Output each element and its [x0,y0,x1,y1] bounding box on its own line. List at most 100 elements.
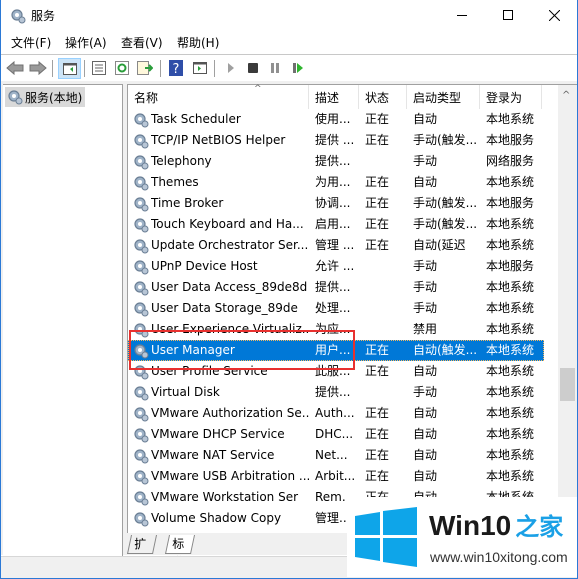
column-header-description[interactable]: 描述 [309,85,359,109]
column-header-name[interactable]: 名称 [128,85,309,109]
toolbar-separator [160,60,161,77]
service-gear-icon [133,322,149,341]
service-gear-icon [133,385,149,404]
service-row[interactable]: Time Broker 协调... 正在 手动(触发... 本地服务 [128,193,544,214]
service-row[interactable]: VMware NAT Service Net... 正在 自动 本地系统 [128,445,544,466]
service-row[interactable]: Virtual Disk 提供... 手动 本地系统 [128,382,544,403]
tree-item-services-local[interactable]: 服务(本地) [5,87,86,107]
menu-help[interactable]: 帮助(H) [177,34,219,51]
service-gear-icon [133,259,149,278]
service-gear-icon [133,511,149,530]
close-button[interactable] [531,0,577,30]
service-description: 允许 ... [315,259,355,273]
service-gear-icon [133,343,149,362]
service-startup-type: 手动(触发... [413,217,478,231]
refresh-button[interactable] [112,58,132,78]
service-row[interactable]: Task Scheduler 使用... 正在 自动 本地系统 [128,109,544,130]
show-hide-action-pane-button[interactable] [190,58,210,78]
menu-view[interactable]: 查看(V) [121,34,163,51]
watermark-title: Win10 之家 [429,507,563,542]
service-status [365,319,405,340]
service-row[interactable]: Update Orchestrator Ser... 管理 ... 正在 自动(延迟 本… [128,235,544,256]
column-header-log-on-as[interactable]: 登录为 [480,85,542,109]
watermark-title-cn: 之家 [515,514,564,541]
service-gear-icon [133,427,149,446]
service-row[interactable]: Themes 为用... 正在 自动 本地系统 [128,172,544,193]
tab-extended[interactable]: 扩展 [126,535,158,569]
stop-service-icon [248,63,258,73]
tab-standard[interactable]: 标准 [164,535,196,569]
service-status [365,298,405,319]
column-header-status[interactable]: 状态 [359,85,407,109]
menu-action[interactable]: 操作(A) [65,34,107,51]
service-name: VMware Workstation Ser [151,490,299,504]
help-icon: ? [169,60,183,76]
toolbar-separator [52,60,53,77]
windows-logo-icon [355,507,417,567]
svg-text:?: ? [173,62,180,76]
service-status: 正在 [365,133,390,147]
service-status [365,382,405,403]
column-header-startup-type[interactable]: 启动类型 [407,85,480,109]
service-row[interactable]: User Experience Virtualiz... 为应... 禁用 本地系统 [128,319,544,340]
services-list-pane: ^ 名称 描述 状态 启动类型 登录为 Task Scheduler 使用... 正… [127,84,577,534]
service-gear-icon [133,154,149,173]
scroll-up-arrow-icon[interactable]: ^ [562,90,570,101]
service-description: 提供... [315,280,351,294]
service-name: VMware DHCP Service [151,427,285,441]
restart-service-button[interactable] [288,58,308,78]
column-header-row: ^ 名称 描述 状态 启动类型 登录为 [128,84,558,109]
service-description: 使用... [315,112,351,126]
service-row[interactable]: User Manager 用户... 正在 自动(触发... 本地系统 [128,340,544,361]
maximize-button[interactable] [485,0,531,30]
watermark-title-en: Win10 [429,510,512,541]
vertical-scrollbar[interactable]: ^ [558,85,577,534]
service-row[interactable]: TCP/IP NetBIOS Helper 提供 ... 正在 手动(触发... 本地服… [128,130,544,151]
service-name: UPnP Device Host [151,259,258,273]
scrollbar-thumb[interactable] [560,368,575,401]
service-log-on-as: 本地服务 [486,133,535,147]
service-gear-icon [133,238,149,257]
service-name: Update Orchestrator Ser... [151,238,309,252]
service-log-on-as: 本地系统 [486,469,535,483]
service-log-on-as: 本地系统 [486,112,535,126]
help-button[interactable]: ? [166,58,186,78]
service-gear-icon [133,217,149,236]
service-row[interactable]: User Data Access_89de8d 提供... 手动 本地系统 [128,277,544,298]
forward-button[interactable] [28,58,48,78]
service-log-on-as: 本地系统 [486,385,535,399]
service-name: VMware NAT Service [151,448,275,462]
minimize-button[interactable] [439,0,485,30]
service-description: 启用... [315,217,351,231]
service-name: Telephony [151,154,212,168]
properties-button[interactable] [89,58,109,78]
service-name: Virtual Disk [151,385,220,399]
service-row[interactable]: Touch Keyboard and Ha... 启用... 正在 手动(触发... 本… [128,214,544,235]
tree-item-label: 服务(本地) [25,90,83,105]
service-row[interactable]: VMware DHCP Service DHC... 正在 自动 本地系统 [128,424,544,445]
service-row[interactable]: VMware Authorization Se... Auth... 正在 自动 本地系… [128,403,544,424]
service-gear-icon [133,133,149,152]
service-gear-icon [133,490,149,509]
stop-service-button[interactable] [243,58,263,78]
start-service-button[interactable] [221,58,241,78]
service-row[interactable]: Telephony 提供... 手动 网络服务 [128,151,544,172]
back-button[interactable] [5,58,25,78]
service-row[interactable]: VMware USB Arbitration ... Arbit... 正在 自动 本地… [128,466,544,487]
service-row[interactable]: User Profile Service 此服... 正在 自动 本地系统 [128,361,544,382]
service-status: 正在 [365,175,390,189]
maximize-icon [503,10,513,20]
service-row[interactable]: UPnP Device Host 允许 ... 手动 本地服务 [128,256,544,277]
service-log-on-as: 本地系统 [486,448,535,462]
export-list-button[interactable] [135,58,155,78]
service-gear-icon [133,280,149,299]
show-hide-console-tree-button[interactable] [58,58,81,79]
service-description: 为应... [315,322,351,336]
service-gear-icon [133,469,149,488]
service-name: User Data Storage_89de [151,301,298,315]
service-log-on-as: 本地系统 [486,364,535,378]
menu-file[interactable]: 文件(F) [11,34,51,51]
pause-service-button[interactable] [265,58,285,78]
service-row[interactable]: User Data Storage_89de 处理... 手动 本地系统 [128,298,544,319]
toolbar-separator [84,60,85,77]
